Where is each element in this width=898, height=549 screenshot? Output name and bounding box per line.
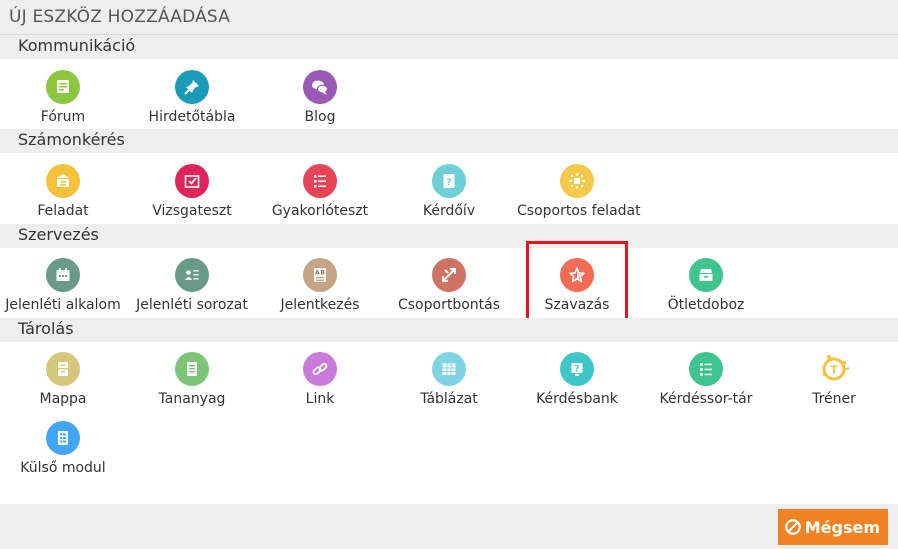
tool-label: Kérdéssor-tár — [659, 391, 753, 407]
table-icon — [432, 352, 466, 386]
tool-label: Jelentkezés — [280, 297, 360, 313]
tool-link[interactable]: Link — [260, 352, 380, 420]
link-icon — [303, 352, 337, 386]
category-header-szamonkeres: Számonkérés — [0, 129, 898, 153]
forum-icon — [46, 70, 80, 104]
tool-label: Blog — [304, 109, 336, 125]
tool-kerdesbank[interactable]: ? Kérdésbank — [517, 352, 637, 420]
svg-text:A: A — [315, 270, 320, 277]
tool-forum[interactable]: Fórum — [3, 70, 123, 138]
cancel-icon — [784, 519, 801, 535]
pin-icon — [175, 70, 209, 104]
star-vote-icon — [560, 258, 594, 292]
category-header-tarolas: Tárolás — [0, 318, 898, 342]
tool-trener[interactable]: T Tréner — [774, 352, 894, 420]
tool-tananyag[interactable]: Tananyag — [132, 352, 252, 420]
tool-csoportbontas[interactable]: Csoportbontás — [389, 258, 509, 326]
split-arrows-icon — [432, 258, 466, 292]
tool-otletdoboz[interactable]: Ötletdoboz — [646, 258, 766, 326]
svg-text:?: ? — [446, 178, 451, 188]
tool-label: Ötletdoboz — [667, 297, 745, 313]
tool-label: Fórum — [40, 109, 86, 125]
dialog-footer: Mégsem — [0, 504, 898, 549]
tool-label: Külső modul — [20, 460, 106, 476]
tool-label: Hirdetőtábla — [148, 109, 236, 125]
trainer-icon: T — [817, 352, 851, 386]
tool-szavazas[interactable]: Szavazás — [526, 241, 628, 321]
category-header-kommunikacio: Kommunikáció — [0, 35, 898, 59]
exam-check-icon — [175, 164, 209, 198]
tool-label: Kérdésbank — [536, 391, 618, 407]
tool-label: Feladat — [37, 203, 89, 219]
tool-jelenleti-alkalom[interactable]: Jelenléti alkalom — [3, 258, 123, 326]
svg-text:?: ? — [575, 365, 580, 375]
group-task-icon — [560, 164, 594, 198]
cancel-label: Mégsem — [804, 517, 880, 537]
tool-jelentkezes[interactable]: AB Jelentkezés — [260, 258, 380, 326]
tool-label: Gyakorlóteszt — [271, 203, 369, 219]
dialog-title: ÚJ ESZKÖZ HOZZÁADÁSA — [0, 0, 898, 35]
tool-label: Jelenléti sorozat — [136, 297, 248, 313]
tool-label: Tréner — [812, 391, 856, 407]
material-icon — [175, 352, 209, 386]
questionnaire-icon: ? — [432, 164, 466, 198]
tool-hirdetotabla[interactable]: Hirdetőtábla — [132, 70, 252, 138]
tool-label: Csoportbontás — [397, 297, 501, 313]
tool-tablazat[interactable]: Táblázat — [389, 352, 509, 420]
cancel-button[interactable]: Mégsem — [777, 509, 888, 545]
svg-text:B: B — [320, 270, 325, 277]
tool-kulso-modul[interactable]: Külső modul — [3, 421, 123, 489]
task-tray-icon — [46, 164, 80, 198]
tool-gyakorloteszt[interactable]: Gyakorlóteszt — [260, 164, 380, 232]
tool-label: Link — [305, 391, 335, 407]
tool-label: Vizsgateszt — [152, 203, 232, 219]
tool-kerdoiv[interactable]: ? Kérdőív — [389, 164, 509, 232]
tool-label: Táblázat — [420, 391, 478, 407]
ab-sign-up-icon: AB — [303, 258, 337, 292]
tool-jelenleti-sorozat[interactable]: Jelenléti sorozat — [132, 258, 252, 326]
tool-blog[interactable]: Blog — [260, 70, 380, 138]
idea-box-icon — [689, 258, 723, 292]
question-bank-icon: ? — [560, 352, 594, 386]
tool-mappa[interactable]: Mappa — [3, 352, 123, 420]
tool-label: Mappa — [39, 391, 87, 407]
tool-csoportos-feladat[interactable]: Csoportos feladat — [517, 164, 641, 232]
question-list-icon — [689, 352, 723, 386]
tool-label: Kérdőív — [422, 203, 476, 219]
tool-feladat[interactable]: Feladat — [3, 164, 123, 232]
svg-text:T: T — [830, 364, 838, 377]
tool-kerdessor-tar[interactable]: Kérdéssor-tár — [646, 352, 766, 420]
chat-bubbles-icon — [303, 70, 337, 104]
tool-label: Csoportos feladat — [517, 203, 641, 219]
tool-label: Tananyag — [158, 391, 226, 407]
external-module-icon — [46, 421, 80, 455]
tool-label: Szavazás — [544, 297, 610, 313]
checklist-icon — [303, 164, 337, 198]
calendar-icon — [46, 258, 80, 292]
tool-label: Jelenléti alkalom — [5, 297, 121, 313]
folder-icon — [46, 352, 80, 386]
tool-vizsgateszt[interactable]: Vizsgateszt — [132, 164, 252, 232]
category-header-szervezes: Szervezés — [0, 224, 898, 248]
attendance-list-icon — [175, 258, 209, 292]
